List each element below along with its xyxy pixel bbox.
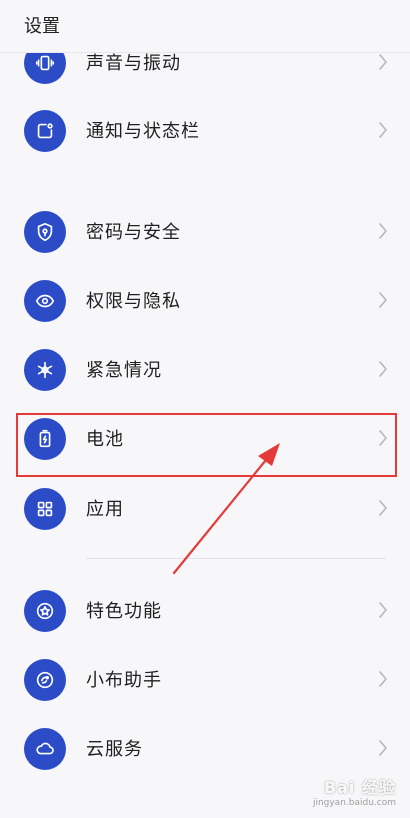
settings-item-special-features[interactable]: 特色功能 (0, 575, 410, 645)
settings-item-apps[interactable]: 应用 (0, 473, 410, 543)
settings-item-permission-privacy[interactable]: 权限与隐私 (0, 265, 410, 335)
watermark-logo: Bai 经验 jingyan.baidu.com (313, 774, 396, 808)
chevron-right-icon (378, 53, 388, 71)
settings-item-label: 紧急情况 (86, 360, 162, 381)
settings-item-label: 通知与状态栏 (86, 121, 200, 142)
settings-item-password-security[interactable]: 密码与安全 (0, 196, 410, 266)
settings-item-label: 应用 (86, 499, 124, 520)
settings-item-notification[interactable]: 通知与状态栏 (0, 95, 410, 165)
assistant-icon (24, 659, 66, 701)
chevron-right-icon (378, 601, 388, 619)
header-bar: 设置 (0, 0, 410, 53)
settings-item-label: 云服务 (86, 739, 143, 760)
emergency-icon (24, 349, 66, 391)
chevron-right-icon (378, 291, 388, 309)
star-icon (24, 590, 66, 632)
chevron-right-icon (378, 670, 388, 688)
privacy-eye-icon (24, 280, 66, 322)
shield-icon (24, 211, 66, 253)
settings-item-label: 密码与安全 (86, 222, 181, 243)
section-divider (86, 558, 386, 559)
notification-icon (24, 110, 66, 152)
chevron-right-icon (378, 429, 388, 447)
settings-item-label: 权限与隐私 (86, 291, 181, 312)
chevron-right-icon (378, 360, 388, 378)
settings-item-emergency[interactable]: 紧急情况 (0, 334, 410, 404)
settings-item-cloud-service[interactable]: 云服务 (0, 713, 410, 783)
watermark-main-text: Bai 经验 (323, 778, 396, 797)
chevron-right-icon (378, 739, 388, 757)
settings-item-label: 电池 (86, 429, 124, 450)
watermark-sub-text: jingyan.baidu.com (312, 798, 396, 808)
settings-item-label: 特色功能 (86, 601, 162, 622)
settings-item-assistant[interactable]: 小布助手 (0, 644, 410, 714)
battery-icon (24, 418, 66, 460)
settings-item-label: 小布助手 (86, 670, 162, 691)
apps-grid-icon (24, 488, 66, 530)
chevron-right-icon (378, 121, 388, 139)
settings-item-battery[interactable]: 电池 (0, 403, 410, 473)
page-title: 设置 (24, 16, 60, 37)
chevron-right-icon (378, 222, 388, 240)
cloud-icon (24, 728, 66, 770)
chevron-right-icon (378, 499, 388, 517)
